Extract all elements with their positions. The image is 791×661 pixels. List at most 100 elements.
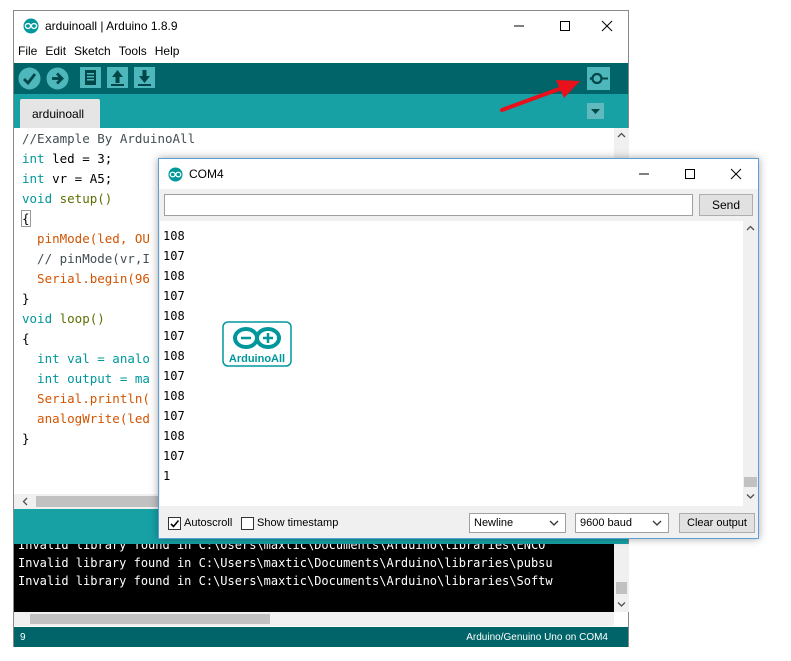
arrow-down-icon bbox=[134, 67, 155, 88]
chevron-up-icon bbox=[746, 225, 755, 231]
save-sketch-button[interactable] bbox=[134, 67, 155, 91]
minimize-icon bbox=[639, 173, 649, 175]
serial-minimize-button[interactable] bbox=[621, 159, 667, 189]
arduino-logo-icon bbox=[22, 18, 40, 37]
code-line-10: void loop() bbox=[22, 311, 105, 326]
serial-send-input[interactable] bbox=[164, 194, 693, 216]
output-line: 108 bbox=[163, 309, 185, 323]
chevron-left-icon bbox=[22, 497, 28, 506]
serial-close-button[interactable] bbox=[713, 159, 759, 189]
triangle-down-icon bbox=[591, 109, 600, 114]
chevron-down-icon bbox=[549, 520, 559, 526]
chevron-down-icon bbox=[746, 494, 755, 499]
minimize-button[interactable] bbox=[496, 11, 542, 41]
menu-sketch[interactable]: Sketch bbox=[70, 41, 115, 61]
maximize-icon bbox=[560, 21, 570, 31]
maximize-icon bbox=[685, 169, 695, 179]
output-line: 107 bbox=[163, 289, 185, 303]
arrow-up-icon bbox=[107, 67, 128, 88]
menu-file[interactable]: File bbox=[14, 41, 41, 61]
ide-window-title: arduinoall | Arduino 1.8.9 bbox=[45, 19, 178, 33]
output-line: 107 bbox=[163, 449, 185, 463]
code-line-11: { bbox=[22, 331, 30, 346]
serial-output-area[interactable]: 108 107 108 107 108 107 108 107 108 107 … bbox=[160, 221, 743, 506]
svg-text:ArduinoAll: ArduinoAll bbox=[229, 353, 285, 365]
code-line-16: } bbox=[22, 431, 30, 446]
serial-vertical-scrollbar[interactable] bbox=[743, 221, 758, 506]
output-line: 107 bbox=[163, 329, 185, 343]
console-hscroll-thumb[interactable] bbox=[30, 614, 270, 624]
output-line: 107 bbox=[163, 409, 185, 423]
code-line-13: int output = ma bbox=[22, 371, 150, 386]
open-sketch-button[interactable] bbox=[107, 67, 128, 91]
code-line-6: pinMode(led, OU bbox=[22, 231, 150, 246]
code-line-1: //Example By ArduinoAll bbox=[22, 131, 196, 146]
output-line: 107 bbox=[163, 249, 185, 263]
baud-rate-select[interactable]: 9600 baud bbox=[575, 513, 669, 533]
code-line-9: } bbox=[22, 291, 30, 306]
serial-controls-bar: Autoscroll Show timestamp Newline 9600 b… bbox=[159, 510, 758, 538]
arduinoall-logo: ArduinoAll bbox=[222, 321, 292, 367]
serial-monitor-window: COM4 Send 108 107 108 107 108 107 108 10… bbox=[158, 158, 759, 539]
menu-edit[interactable]: Edit bbox=[41, 41, 70, 61]
editor-scroll-thumb[interactable] bbox=[36, 496, 164, 507]
arduino-logo-icon bbox=[167, 167, 184, 185]
console-line-2: Invalid library found in C:\Users\maxtic… bbox=[18, 556, 553, 570]
show-timestamp-label: Show timestamp bbox=[257, 517, 339, 529]
close-icon bbox=[730, 168, 742, 180]
new-sketch-button[interactable] bbox=[80, 67, 101, 91]
arrow-right-icon bbox=[46, 67, 69, 90]
tab-arduinoall[interactable]: arduinoall bbox=[20, 99, 100, 128]
close-button[interactable] bbox=[584, 11, 630, 41]
clear-output-button[interactable]: Clear output bbox=[679, 513, 755, 533]
serial-maximize-button[interactable] bbox=[667, 159, 713, 189]
output-line: 107 bbox=[163, 369, 185, 383]
code-line-15: analogWrite(led bbox=[22, 411, 150, 426]
console-line-3: Invalid library found in C:\Users\maxtic… bbox=[18, 574, 553, 588]
close-icon bbox=[601, 20, 613, 32]
serial-scroll-thumb[interactable] bbox=[744, 477, 757, 487]
code-line-5: { bbox=[21, 210, 31, 227]
code-line-7: // pinMode(vr,I bbox=[22, 251, 150, 266]
code-line-14: Serial.println( bbox=[22, 391, 150, 406]
line-ending-value: Newline bbox=[474, 517, 514, 529]
show-timestamp-checkbox[interactable] bbox=[241, 517, 254, 530]
verify-button[interactable] bbox=[18, 67, 41, 93]
line-ending-select[interactable]: Newline bbox=[469, 513, 566, 533]
checkmark-icon bbox=[18, 67, 41, 90]
ide-titlebar: arduinoall | Arduino 1.8.9 bbox=[14, 11, 628, 41]
checkmark-icon bbox=[170, 519, 180, 528]
code-line-2: int led = 3; bbox=[22, 151, 113, 166]
output-line: 108 bbox=[163, 429, 185, 443]
serial-titlebar: COM4 bbox=[159, 159, 758, 189]
ide-footer: 9 Arduino/Genuino Uno on COM4 bbox=[14, 627, 628, 647]
menu-help[interactable]: Help bbox=[151, 41, 184, 61]
code-line-8: Serial.begin(96 bbox=[22, 271, 150, 286]
autoscroll-checkbox[interactable] bbox=[168, 517, 181, 530]
chevron-down-icon bbox=[617, 602, 626, 607]
menu-bar: File Edit Sketch Tools Help bbox=[14, 41, 628, 61]
chevron-up-icon bbox=[617, 132, 626, 138]
tab-label: arduinoall bbox=[32, 107, 85, 121]
tab-menu-button[interactable] bbox=[587, 103, 604, 119]
output-line: 108 bbox=[163, 269, 185, 283]
autoscroll-label: Autoscroll bbox=[184, 517, 233, 529]
output-line: 108 bbox=[163, 389, 185, 403]
console-scroll-thumb[interactable] bbox=[616, 582, 627, 594]
output-line: 1 bbox=[163, 469, 171, 483]
upload-button[interactable] bbox=[46, 67, 69, 93]
console-horizontal-scrollbar[interactable] bbox=[14, 612, 614, 626]
code-line-4: void setup() bbox=[22, 191, 113, 206]
console-output: Invalid library found in C:\Users\maxtic… bbox=[14, 544, 614, 612]
menu-tools[interactable]: Tools bbox=[115, 41, 151, 61]
output-line: 108 bbox=[163, 229, 185, 243]
code-line-12: int val = analo bbox=[22, 351, 150, 366]
chevron-down-icon bbox=[652, 520, 662, 526]
red-arrow-annotation bbox=[500, 80, 580, 112]
maximize-button[interactable] bbox=[542, 11, 588, 41]
minimize-icon bbox=[514, 25, 524, 27]
serial-monitor-button[interactable] bbox=[587, 67, 610, 93]
board-port-label: Arduino/Genuino Uno on COM4 bbox=[466, 632, 608, 643]
console-vertical-scrollbar[interactable] bbox=[614, 544, 629, 612]
send-button[interactable]: Send bbox=[699, 194, 753, 216]
